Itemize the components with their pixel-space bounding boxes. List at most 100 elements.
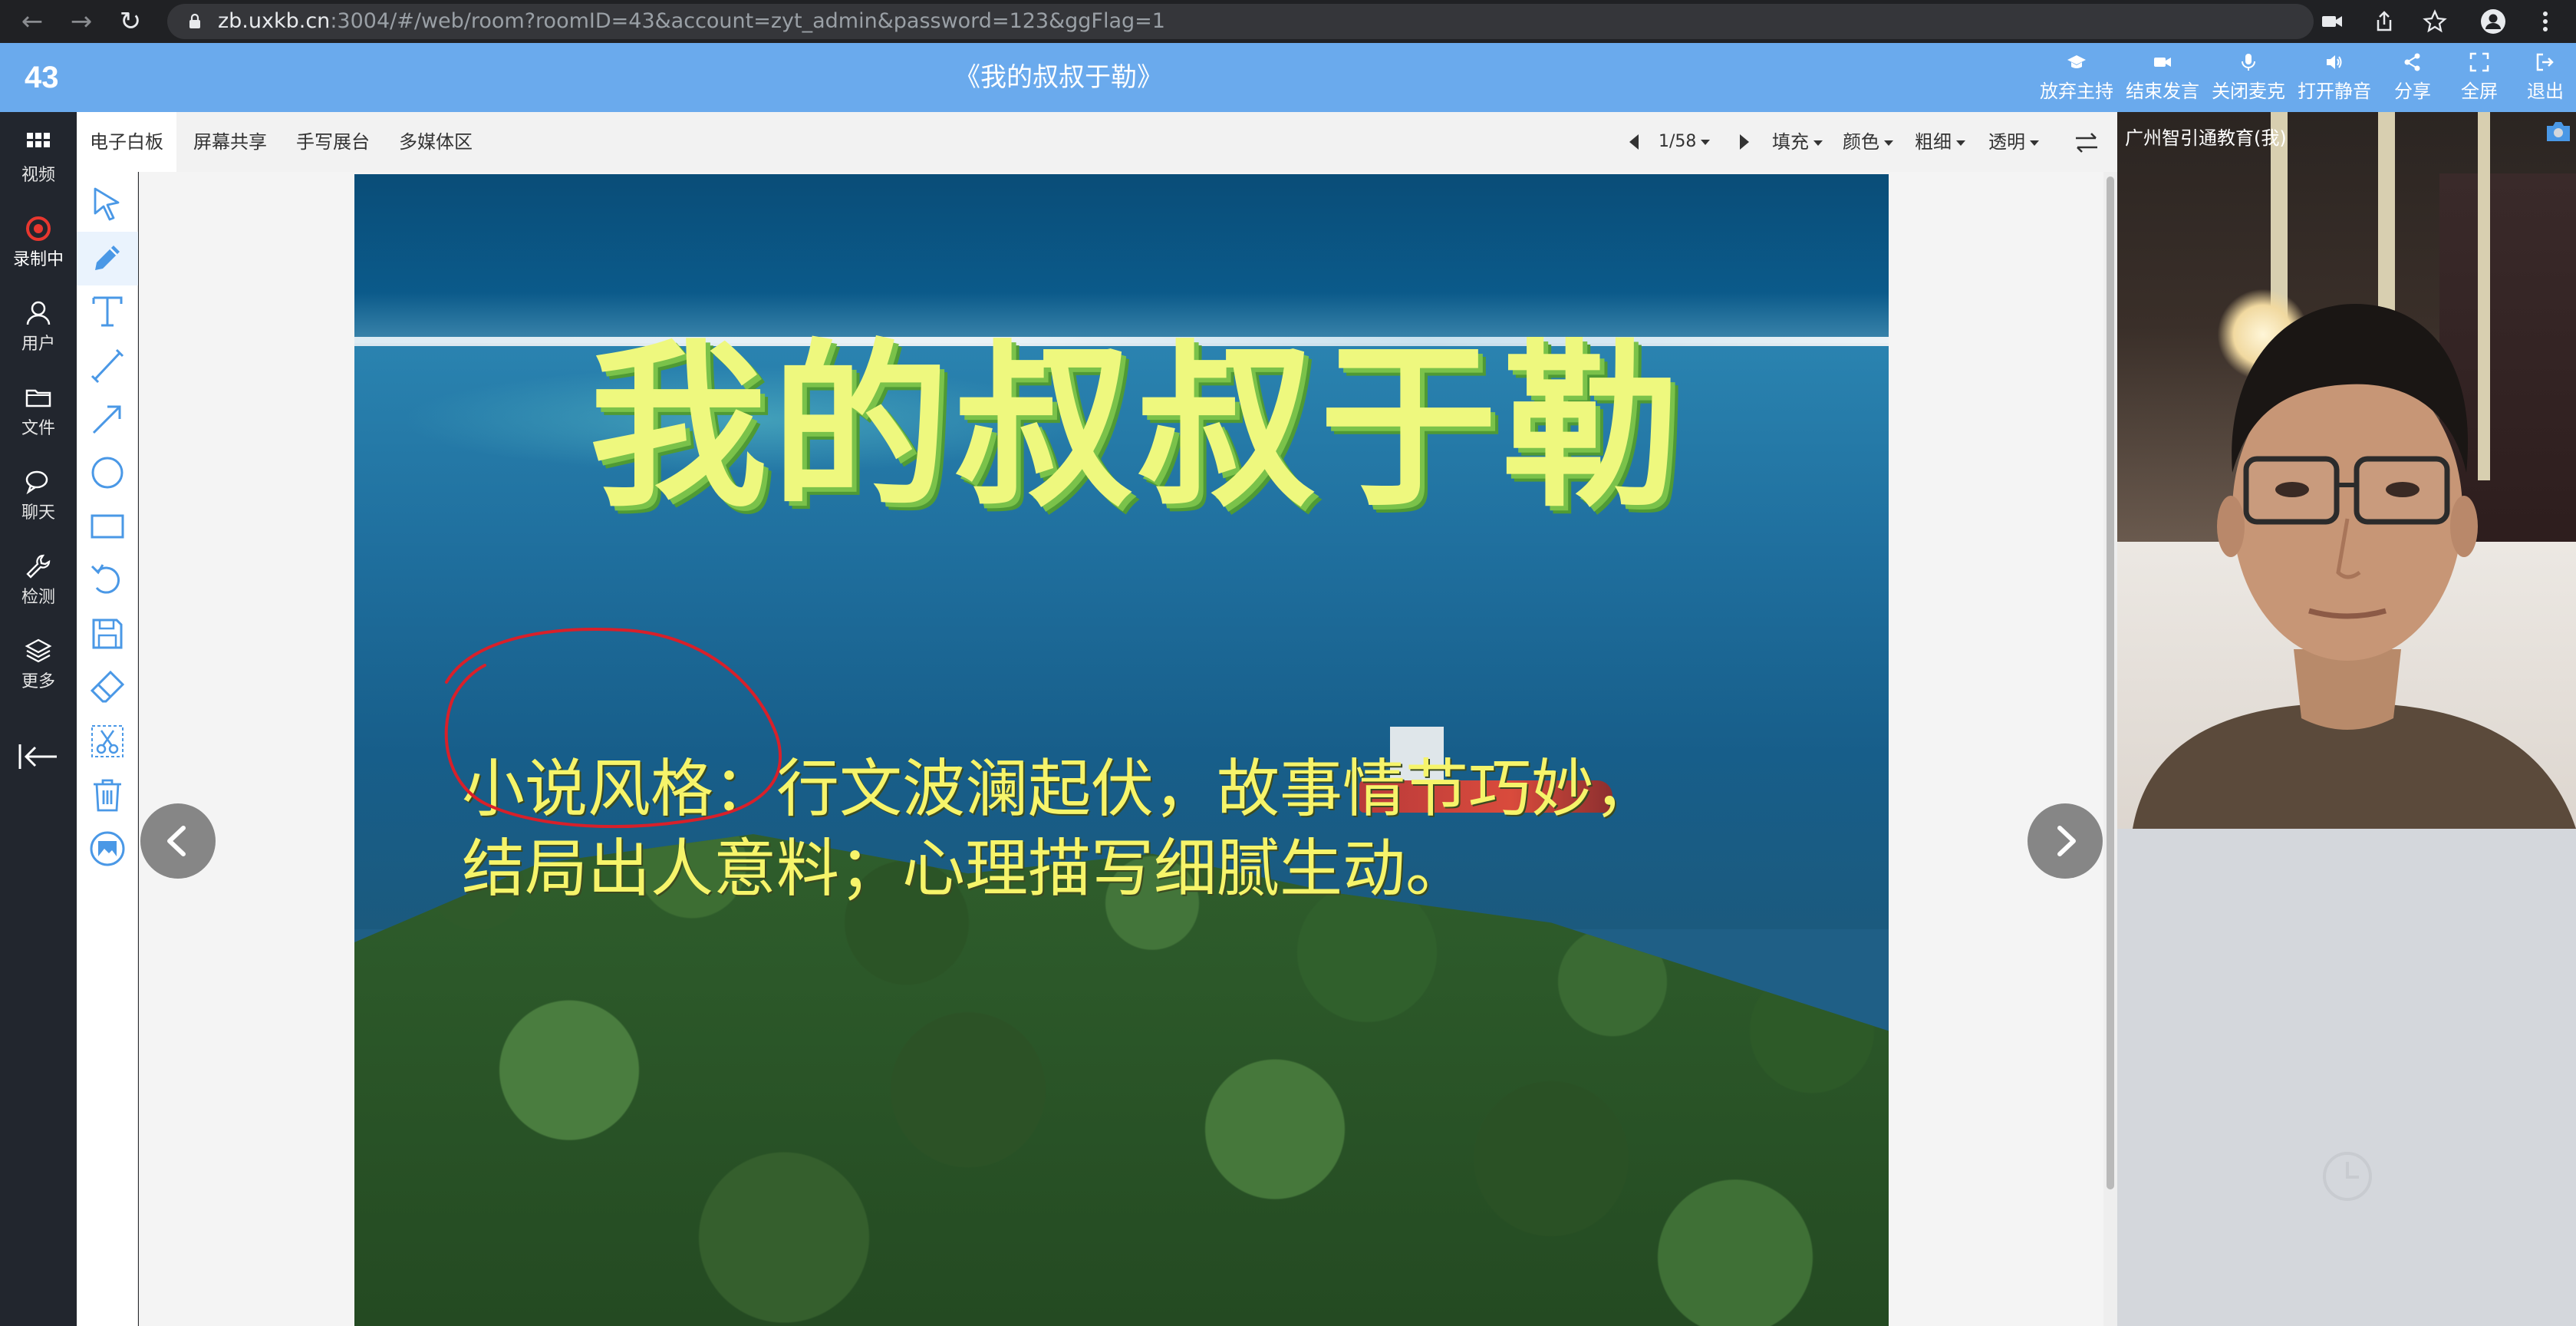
- chevron-down-icon: [1813, 140, 1823, 146]
- tool-select[interactable]: [77, 178, 138, 232]
- prev-page-icon[interactable]: [1629, 134, 1639, 150]
- tab-screen-share[interactable]: 屏幕共享: [181, 112, 279, 172]
- url-host: zb.uxkb.cn: [218, 9, 331, 33]
- prev-slide-button[interactable]: [140, 803, 216, 879]
- whiteboard-canvas[interactable]: 我的叔叔于勒 小说风格：行文波澜起伏，故事情节巧妙， 结局出人意料；心理描写细腻…: [139, 172, 2117, 1326]
- arrow-icon: [92, 405, 121, 434]
- fill-dropdown[interactable]: 填充: [1772, 112, 1823, 172]
- sidebar-collapse-button[interactable]: [0, 726, 77, 803]
- sidebar-item-video[interactable]: 视频: [0, 121, 77, 198]
- give-up-host-button[interactable]: 放弃主持: [2034, 43, 2119, 112]
- collapse-left-icon: [18, 744, 57, 769]
- bookmark-star-icon[interactable]: [2421, 8, 2449, 35]
- layers-icon: [25, 638, 52, 663]
- app-header: 43 《我的叔叔于勒》 放弃主持 结束发言 关闭麦克 打开静音 分享 全屏 退出: [0, 43, 2576, 112]
- clock-icon: [2323, 1152, 2372, 1201]
- tool-pencil[interactable]: [77, 232, 138, 285]
- camera-indicator-icon[interactable]: [2318, 8, 2346, 35]
- url-path: :3004/#/web/room?roomID=43&account=zyt_a…: [330, 9, 1165, 33]
- sign-out-icon: [2536, 53, 2554, 71]
- url-text: zb.uxkb.cn:3004/#/web/room?roomID=43&acc…: [218, 4, 1165, 39]
- tool-arrow[interactable]: [77, 393, 138, 447]
- tool-text[interactable]: [77, 285, 138, 339]
- close-mic-label: 关闭麦克: [2212, 81, 2285, 102]
- address-bar[interactable]: zb.uxkb.cn:3004/#/web/room?roomID=43&acc…: [167, 4, 2314, 39]
- thickness-dropdown[interactable]: 粗细: [1915, 112, 1965, 172]
- tool-delete[interactable]: [77, 769, 138, 823]
- drawing-tools: [77, 172, 138, 1326]
- exit-label: 退出: [2527, 81, 2564, 102]
- trash-icon: [94, 779, 121, 812]
- page-indicator[interactable]: 1/58: [1659, 112, 1711, 172]
- chevron-down-icon: [1884, 140, 1893, 146]
- participant-video[interactable]: [2117, 112, 2576, 829]
- sidebar-item-more[interactable]: 更多: [0, 628, 77, 704]
- participant-name: 广州智引通教育(我): [2125, 127, 2287, 149]
- sidebar-label-files: 文件: [21, 419, 55, 438]
- end-speaking-label: 结束发言: [2126, 81, 2199, 102]
- whiteboard-tabs-bar: 电子白板 屏幕共享 手写展台 多媒体区 1/58 填充 颜色 粗细 透明: [77, 112, 2117, 172]
- sidebar-item-users[interactable]: 用户: [0, 290, 77, 367]
- grid-icon: [27, 133, 50, 147]
- tool-save[interactable]: [77, 608, 138, 661]
- color-dropdown[interactable]: 颜色: [1843, 112, 1893, 172]
- chevron-down-icon: [1956, 140, 1965, 146]
- close-mic-button[interactable]: 关闭麦克: [2206, 43, 2291, 112]
- sidebar-label-chat: 聊天: [21, 503, 55, 523]
- presentation-slide[interactable]: 我的叔叔于勒 小说风格：行文波澜起伏，故事情节巧妙， 结局出人意料；心理描写细腻…: [354, 174, 1889, 1326]
- tool-rectangle[interactable]: [77, 500, 138, 554]
- opacity-dropdown[interactable]: 透明: [1988, 112, 2039, 172]
- user-icon: [26, 301, 51, 325]
- next-page-icon[interactable]: [1740, 134, 1749, 150]
- share-page-icon[interactable]: [2370, 8, 2398, 35]
- browser-toolbar: ← → ↻ zb.uxkb.cn:3004/#/web/room?roomID=…: [0, 0, 2576, 43]
- graduation-cap-icon: [2067, 55, 2086, 68]
- sidebar-item-chat[interactable]: 聊天: [0, 459, 77, 536]
- video-camera-icon: [2154, 58, 2171, 67]
- slide-title: 我的叔叔于勒: [588, 324, 1685, 531]
- tab-handwriting-booth[interactable]: 手写展台: [284, 112, 382, 172]
- sidebar-label-users: 用户: [21, 335, 55, 354]
- snapshot-camera-icon[interactable]: [2545, 120, 2571, 143]
- reload-icon[interactable]: ↻: [115, 6, 146, 37]
- tab-multimedia[interactable]: 多媒体区: [387, 112, 485, 172]
- tab-whiteboard[interactable]: 电子白板: [77, 112, 176, 172]
- swap-arrows-icon[interactable]: [2073, 129, 2100, 157]
- back-icon[interactable]: ←: [17, 6, 48, 37]
- menu-dots-icon[interactable]: [2532, 8, 2559, 35]
- share-icon: [2404, 53, 2420, 71]
- canvas-scrollbar-thumb[interactable]: [2107, 176, 2114, 1189]
- sidebar-label-detect: 检测: [21, 588, 55, 607]
- pencil-icon: [95, 246, 120, 270]
- participant-person: [2133, 304, 2576, 829]
- select-arrow-icon: [94, 187, 120, 221]
- thickness-label: 粗细: [1915, 131, 1952, 153]
- record-icon: [26, 216, 51, 241]
- sidebar-label-recording: 录制中: [12, 250, 64, 269]
- next-slide-button[interactable]: [2028, 803, 2103, 879]
- microphone-icon: [2242, 54, 2255, 71]
- forward-icon[interactable]: →: [66, 6, 97, 37]
- speaker-icon: [2327, 55, 2342, 69]
- sidebar-item-files[interactable]: 文件: [0, 374, 77, 451]
- sidebar-label-more: 更多: [21, 672, 55, 691]
- end-speaking-button[interactable]: 结束发言: [2120, 43, 2205, 112]
- profile-icon[interactable]: [2479, 8, 2507, 35]
- sidebar-item-detect[interactable]: 检测: [0, 543, 77, 620]
- color-label: 颜色: [1843, 131, 1879, 153]
- lock-icon: [189, 13, 200, 28]
- tool-line[interactable]: [77, 339, 138, 393]
- red-ink-annotation: [444, 628, 782, 829]
- tool-cut[interactable]: [77, 715, 138, 769]
- tool-image[interactable]: [77, 823, 138, 876]
- tool-eraser[interactable]: [77, 661, 138, 715]
- sidebar-label-video: 视频: [21, 166, 55, 185]
- image-icon: [90, 831, 125, 866]
- tool-circle[interactable]: [77, 447, 138, 500]
- exit-button[interactable]: 退出: [2503, 43, 2576, 112]
- opacity-label: 透明: [1988, 131, 2025, 153]
- sidebar-item-recording[interactable]: 录制中: [0, 206, 77, 282]
- room-id: 43: [25, 61, 59, 94]
- tool-undo[interactable]: [77, 554, 138, 608]
- wrench-icon: [26, 554, 51, 579]
